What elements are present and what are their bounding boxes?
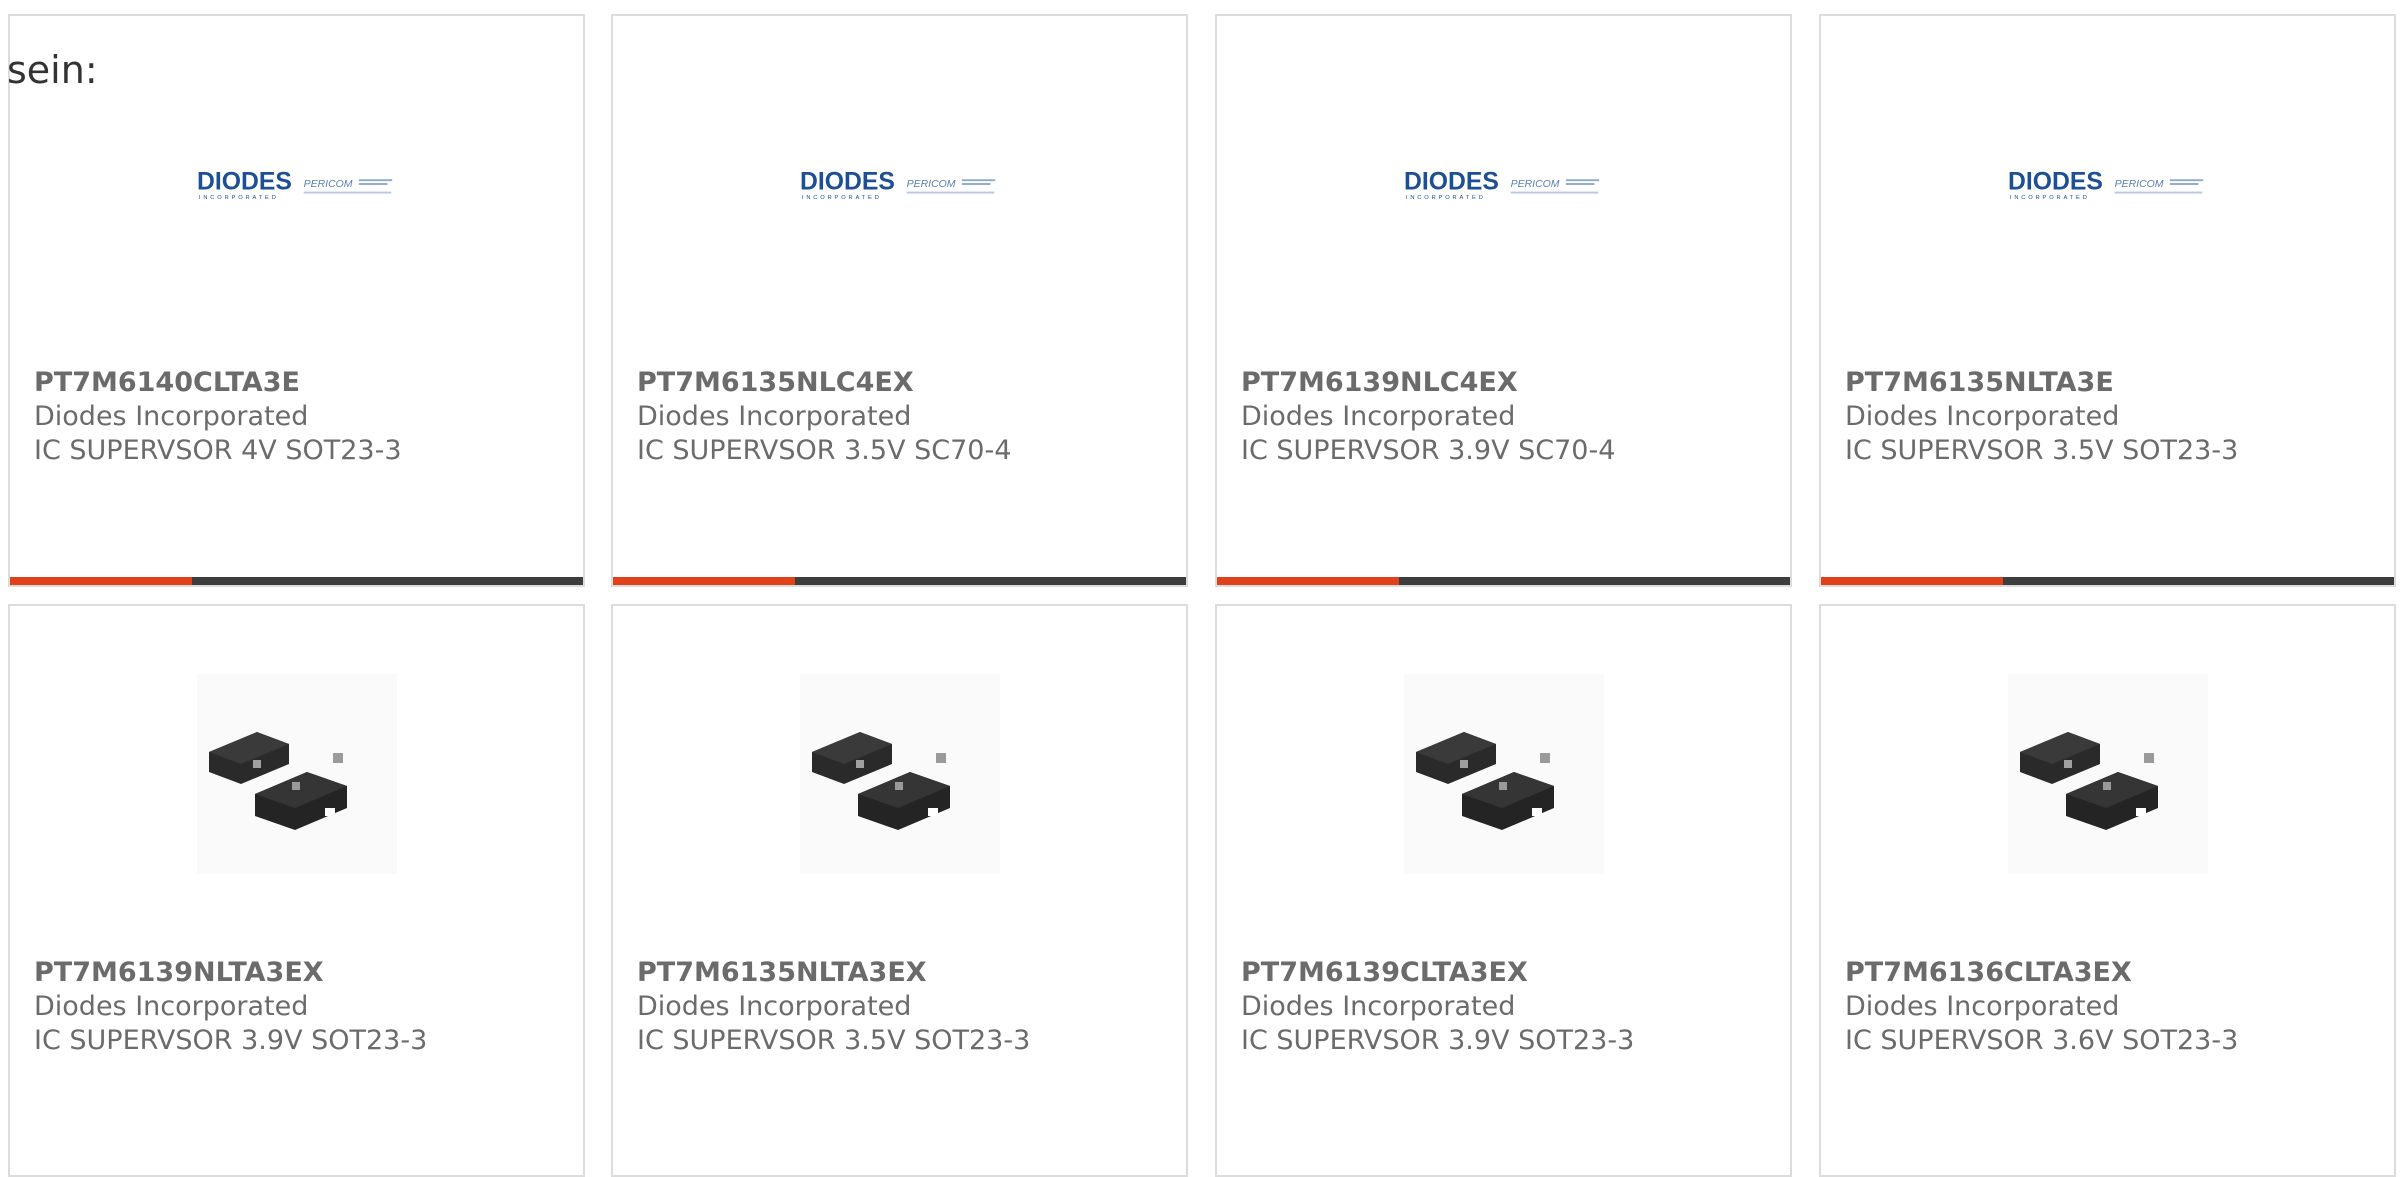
description: IC SUPERVSOR 3.5V SOT23-3 <box>637 1025 1031 1056</box>
svg-text:DIODES: DIODES <box>197 169 292 196</box>
manufacturer-logo: DIODES INCORPORATED PERICOM <box>800 84 1000 284</box>
description: IC SUPERVSOR 3.9V SOT23-3 <box>34 1025 428 1056</box>
svg-text:DIODES: DIODES <box>1404 169 1499 196</box>
svg-text:DIODES: DIODES <box>2008 169 2103 196</box>
manufacturer-logo: DIODES INCORPORATED PERICOM <box>1404 84 1604 284</box>
description: IC SUPERVSOR 3.5V SC70-4 <box>637 435 1012 466</box>
card-bar-accent <box>1821 577 2003 585</box>
svg-text:PERICOM: PERICOM <box>2114 179 2163 190</box>
manufacturer-logo: DIODES INCORPORATED PERICOM <box>2008 84 2208 284</box>
sot23-package-image <box>799 674 1000 874</box>
product-card[interactable]: PT7M6139CLTA3EX Diodes Incorporated IC S… <box>1215 604 1792 1177</box>
manufacturer: Diodes Incorporated <box>34 991 309 1022</box>
card-bar <box>1821 577 2394 585</box>
svg-text:INCORPORATED: INCORPORATED <box>1405 195 1485 201</box>
svg-text:DIODES: DIODES <box>800 169 895 196</box>
manufacturer: Diodes Incorporated <box>34 401 309 432</box>
description: IC SUPERVSOR 3.9V SC70-4 <box>1241 435 1616 466</box>
card-bar-accent <box>1217 577 1399 585</box>
part-number[interactable]: PT7M6139CLTA3EX <box>1241 956 1774 990</box>
product-card[interactable]: PT7M6136CLTA3EX Diodes Incorporated IC S… <box>1819 604 2396 1177</box>
product-card[interactable]: PT7M6139NLTA3EX Diodes Incorporated IC S… <box>8 604 585 1177</box>
product-card[interactable]: DIODES INCORPORATED PERICOM PT7M6135NLC4… <box>611 14 1188 587</box>
part-number[interactable]: PT7M6136CLTA3EX <box>1845 956 2378 990</box>
part-number[interactable]: PT7M6135NLTA3E <box>1845 366 2378 400</box>
description: IC SUPERVSOR 3.9V SOT23-3 <box>1241 1025 1635 1056</box>
product-card[interactable]: PT7M6135NLTA3EX Diodes Incorporated IC S… <box>611 604 1188 1177</box>
manufacturer-logo: DIODES INCORPORATED PERICOM <box>197 84 397 284</box>
description: IC SUPERVSOR 3.6V SOT23-3 <box>1845 1025 2239 1056</box>
part-number[interactable]: PT7M6139NLTA3EX <box>34 956 567 990</box>
description: IC SUPERVSOR 4V SOT23-3 <box>34 435 402 466</box>
manufacturer: Diodes Incorporated <box>1845 991 2120 1022</box>
product-card[interactable]: DIODES INCORPORATED PERICOM PT7M6135NLTA… <box>1819 14 2396 587</box>
part-number[interactable]: PT7M6135NLC4EX <box>637 366 1170 400</box>
svg-text:INCORPORATED: INCORPORATED <box>2009 195 2089 201</box>
card-bar <box>1217 577 1790 585</box>
svg-text:PERICOM: PERICOM <box>1510 179 1559 190</box>
manufacturer: Diodes Incorporated <box>637 401 912 432</box>
manufacturer: Diodes Incorporated <box>1241 401 1516 432</box>
card-bar <box>613 577 1186 585</box>
description: IC SUPERVSOR 3.5V SOT23-3 <box>1845 435 2239 466</box>
part-number[interactable]: PT7M6139NLC4EX <box>1241 366 1774 400</box>
part-number[interactable]: PT7M6135NLTA3EX <box>637 956 1170 990</box>
part-number[interactable]: PT7M6140CLTA3E <box>34 366 567 400</box>
card-bar-accent <box>613 577 795 585</box>
manufacturer: Diodes Incorporated <box>637 991 912 1022</box>
card-bar-accent <box>10 577 192 585</box>
svg-text:PERICOM: PERICOM <box>906 179 955 190</box>
svg-text:INCORPORATED: INCORPORATED <box>801 195 881 201</box>
card-bar <box>10 577 583 585</box>
manufacturer: Diodes Incorporated <box>1241 991 1516 1022</box>
sot23-package-image <box>196 674 397 874</box>
product-card[interactable]: DIODES INCORPORATED PERICOM PT7M6139NLC4… <box>1215 14 1792 587</box>
intro-text: sein: <box>7 48 98 92</box>
manufacturer: Diodes Incorporated <box>1845 401 2120 432</box>
sot23-package-image <box>1403 674 1604 874</box>
svg-text:PERICOM: PERICOM <box>303 179 352 190</box>
svg-text:INCORPORATED: INCORPORATED <box>198 195 278 201</box>
sot23-package-image <box>2007 674 2208 874</box>
product-card[interactable]: DIODES INCORPORATED PERICOM PT7M6140CLTA… <box>8 14 585 587</box>
